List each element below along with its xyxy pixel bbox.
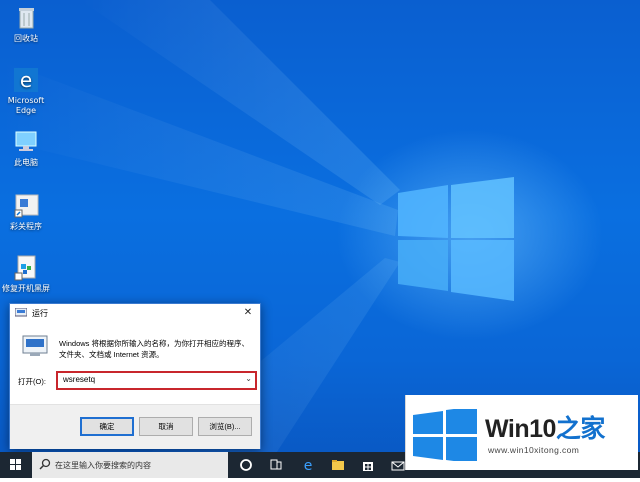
application-icon xyxy=(12,192,40,220)
open-input[interactable]: wsresetq ⌄ xyxy=(56,371,257,390)
file-explorer-icon[interactable] xyxy=(330,457,346,473)
cortana-icon[interactable] xyxy=(238,457,254,473)
run-icon xyxy=(15,308,27,317)
recycle-bin-icon xyxy=(12,4,40,32)
svg-text:e: e xyxy=(20,68,32,92)
search-placeholder: 在这里输入你要搜索的内容 xyxy=(55,461,151,470)
edge-taskbar-icon[interactable]: e xyxy=(300,457,316,473)
watermark-brand: Win10之家 xyxy=(485,409,605,445)
dialog-title: 运行 xyxy=(32,309,48,318)
brand-en: Win10 xyxy=(485,415,556,443)
mail-icon[interactable] xyxy=(390,457,406,473)
watermark-win10-zhijia: Win10之家 www.win10xitong.com xyxy=(405,395,638,470)
desktop-icon-label: Microsoft Edge xyxy=(7,96,45,115)
store-icon[interactable] xyxy=(360,457,376,473)
desktop-icon-this-pc[interactable]: 此电脑 xyxy=(0,128,52,168)
edge-icon: e xyxy=(12,66,40,94)
desktop-icon-recycle-bin[interactable]: 回收站 xyxy=(0,4,52,44)
desktop-icon-program[interactable]: 彩关程序 xyxy=(0,192,52,232)
windows-logo-watermark-icon xyxy=(413,409,477,461)
desktop-icon-label: 修复开机黑屏 xyxy=(2,284,50,293)
open-input-value: wsresetq xyxy=(63,375,96,384)
desktop-icon-edge[interactable]: e Microsoft Edge xyxy=(0,66,52,116)
dialog-description: Windows 将根据你所输入的名称，为你打开相应的程序、文件夹、文档或 Int… xyxy=(59,339,250,359)
search-icon xyxy=(39,458,51,470)
desktop-icon-label: 回收站 xyxy=(14,34,38,43)
desktop-icon-label: 彩关程序 xyxy=(10,222,42,231)
cancel-button[interactable]: 取消 xyxy=(139,417,193,436)
taskbar-search-box[interactable]: 在这里输入你要搜索的内容 xyxy=(32,452,228,478)
run-dialog: 运行 ✕ Windows 将根据你所输入的名称，为你打开相应的程序、文件夹、文档… xyxy=(9,303,261,449)
brand-zh: 之家 xyxy=(555,415,606,443)
task-view-icon[interactable] xyxy=(268,457,284,473)
dialog-footer: 确定 取消 浏览(B)... xyxy=(10,404,260,449)
watermark-url: www.win10xitong.com xyxy=(488,445,580,455)
open-label: 打开(O): xyxy=(18,377,46,386)
start-button[interactable] xyxy=(0,452,32,478)
chevron-down-icon[interactable]: ⌄ xyxy=(245,374,252,383)
windows-start-icon xyxy=(10,459,21,470)
desktop-icon-repair[interactable]: 修复开机黑屏 xyxy=(0,254,52,294)
svg-text:e: e xyxy=(304,458,313,473)
browse-button[interactable]: 浏览(B)... xyxy=(198,417,252,436)
run-app-icon xyxy=(22,335,48,356)
ok-button[interactable]: 确定 xyxy=(80,417,134,436)
computer-icon xyxy=(12,128,40,156)
desktop-icon-label: 此电脑 xyxy=(14,158,38,167)
close-button[interactable]: ✕ xyxy=(238,305,258,321)
dialog-titlebar[interactable]: 运行 ✕ xyxy=(10,304,260,322)
repair-tool-icon xyxy=(12,254,40,282)
